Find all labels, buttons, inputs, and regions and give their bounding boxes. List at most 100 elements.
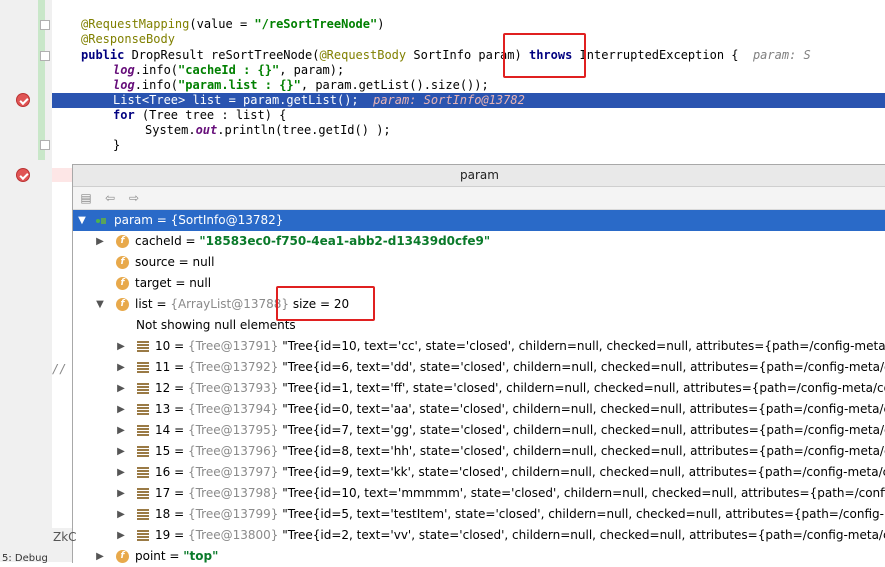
list-item[interactable]: ▶ 14 = {Tree@13795} "Tree{id=7, text='gg'… bbox=[73, 420, 885, 441]
item-index: 10 bbox=[155, 339, 171, 353]
code-line: @ResponseBody bbox=[81, 32, 175, 46]
chevron-down-icon[interactable]: ▼ bbox=[76, 210, 88, 231]
field-icon: f bbox=[116, 298, 129, 311]
variable-icon bbox=[95, 215, 107, 227]
item-index: 19 bbox=[155, 528, 171, 542]
current-execution-line: List<Tree> list = param.getList(); param… bbox=[52, 93, 885, 108]
chevron-right-icon[interactable]: ▶ bbox=[115, 525, 127, 546]
tree-row-cacheid[interactable]: ▶ f cacheId = "18583ec0-f750-4ea1-abb2-d… bbox=[73, 231, 885, 252]
list-item[interactable]: ▶ 16 = {Tree@13797} "Tree{id=9, text='kk'… bbox=[73, 462, 885, 483]
list-item[interactable]: ▶ 17 = {Tree@13798} "Tree{id=10, text='mm… bbox=[73, 483, 885, 504]
field-name: list bbox=[135, 297, 153, 311]
field-icon: f bbox=[116, 235, 129, 248]
list-element-icon bbox=[137, 383, 149, 394]
field-name: cacheId bbox=[135, 234, 182, 248]
field-value: "18583ec0-f750-4ea1-abb2-d13439d0cfe9" bbox=[199, 234, 491, 248]
list-element-icon bbox=[137, 362, 149, 373]
item-value: "Tree{id=10, text='mmmmm', state='closed… bbox=[282, 486, 885, 500]
tree-row-param[interactable]: ▼ param = {SortInfo@13782} bbox=[73, 210, 885, 231]
field-name: target bbox=[135, 276, 172, 290]
field-icon: f bbox=[116, 256, 129, 269]
variables-tree[interactable]: ▼ param = {SortInfo@13782} ▶ f cacheId =… bbox=[73, 210, 885, 563]
chevron-right-icon[interactable]: ▶ bbox=[94, 546, 106, 567]
item-index: 11 bbox=[155, 360, 171, 374]
list-item[interactable]: ▶ 15 = {Tree@13796} "Tree{id=8, text='hh'… bbox=[73, 441, 885, 462]
item-value: "Tree{id=0, text='aa', state='closed', c… bbox=[282, 402, 885, 416]
tab-debug[interactable]: 5: Debug bbox=[2, 553, 48, 564]
tab-zkc[interactable]: ZkC bbox=[53, 530, 77, 544]
comment-slashes: // bbox=[52, 362, 67, 376]
code-line: public DropResult reSortTreeNode(@Reques… bbox=[81, 48, 811, 62]
popup-title: param bbox=[73, 165, 885, 187]
field-value: null bbox=[192, 255, 215, 269]
chevron-right-icon[interactable]: ▶ bbox=[115, 336, 127, 357]
chevron-right-icon[interactable]: ▶ bbox=[94, 231, 106, 252]
breakpoint-icon[interactable] bbox=[17, 169, 29, 181]
chevron-right-icon[interactable]: ▶ bbox=[115, 441, 127, 462]
chevron-right-icon[interactable]: ▶ bbox=[115, 420, 127, 441]
item-value: "Tree{id=9, text='kk', state='closed', c… bbox=[282, 465, 885, 479]
breakpoint-icon[interactable] bbox=[17, 94, 29, 106]
watch-icon[interactable]: ▤ bbox=[79, 191, 93, 205]
highlight-box-size bbox=[276, 286, 375, 321]
list-item[interactable]: ▶ 10 = {Tree@13791} "Tree{id=10, text='cc… bbox=[73, 336, 885, 357]
object-ref: {ArrayList@13788} bbox=[170, 297, 290, 311]
field-name: source bbox=[135, 255, 175, 269]
fold-icon[interactable] bbox=[40, 51, 50, 61]
field-icon: f bbox=[116, 550, 129, 563]
object-ref: {Tree@13795} bbox=[187, 423, 279, 437]
list-element-icon bbox=[137, 404, 149, 415]
list-element-icon bbox=[137, 509, 149, 520]
chevron-right-icon[interactable]: ▶ bbox=[115, 504, 127, 525]
list-element-icon bbox=[137, 530, 149, 541]
list-item[interactable]: ▶ 11 = {Tree@13792} "Tree{id=6, text='dd'… bbox=[73, 357, 885, 378]
list-item[interactable]: ▶ 13 = {Tree@13794} "Tree{id=0, text='aa'… bbox=[73, 399, 885, 420]
field-icon: f bbox=[116, 277, 129, 290]
item-value: "Tree{id=5, text='testItem', state='clos… bbox=[282, 507, 885, 521]
item-index: 14 bbox=[155, 423, 171, 437]
chevron-down-icon[interactable]: ▼ bbox=[94, 294, 106, 315]
back-arrow-icon[interactable]: ⇦ bbox=[103, 191, 117, 205]
code-line: log.info("param.list : {}", param.getLis… bbox=[113, 78, 489, 92]
object-ref: {Tree@13800} bbox=[187, 528, 279, 542]
field-name: point bbox=[135, 549, 166, 563]
object-ref: {Tree@13791} bbox=[187, 339, 279, 353]
code-line: @RequestMapping(value = "/reSortTreeNode… bbox=[81, 17, 385, 31]
chevron-right-icon[interactable]: ▶ bbox=[115, 462, 127, 483]
code-line: for (Tree tree : list) { bbox=[113, 108, 287, 122]
list-item[interactable]: ▶ 12 = {Tree@13793} "Tree{id=1, text='ff'… bbox=[73, 378, 885, 399]
item-index: 17 bbox=[155, 486, 171, 500]
list-element-icon bbox=[137, 467, 149, 478]
field-value: "top" bbox=[183, 549, 219, 563]
fold-icon[interactable] bbox=[40, 20, 50, 30]
field-value: null bbox=[189, 276, 212, 290]
list-item[interactable]: ▶ 18 = {Tree@13799} "Tree{id=5, text='tes… bbox=[73, 504, 885, 525]
list-element-icon bbox=[137, 488, 149, 499]
list-element-icon bbox=[137, 425, 149, 436]
tree-row-list[interactable]: ▼ f list = {ArrayList@13788} size = 20 bbox=[73, 294, 885, 315]
object-ref: {Tree@13796} bbox=[187, 444, 279, 458]
forward-arrow-icon[interactable]: ⇨ bbox=[127, 191, 141, 205]
object-ref: {Tree@13798} bbox=[187, 486, 279, 500]
item-index: 12 bbox=[155, 381, 171, 395]
object-ref: {Tree@13799} bbox=[187, 507, 279, 521]
chevron-right-icon[interactable]: ▶ bbox=[115, 357, 127, 378]
object-ref: {Tree@13792} bbox=[187, 360, 279, 374]
evaluate-popup[interactable]: param ▤ ⇦ ⇨ ▼ param = {SortInfo@13782} ▶… bbox=[72, 164, 885, 563]
chevron-right-icon[interactable]: ▶ bbox=[115, 378, 127, 399]
tree-row-target[interactable]: f target = null bbox=[73, 273, 885, 294]
item-value: "Tree{id=2, text='vv', state='closed', c… bbox=[282, 528, 885, 542]
chevron-right-icon[interactable]: ▶ bbox=[115, 399, 127, 420]
fold-icon[interactable] bbox=[40, 140, 50, 150]
item-value: "Tree{id=10, text='cc', state='closed', … bbox=[282, 339, 885, 353]
variable-value: = {SortInfo@13782} bbox=[156, 213, 284, 227]
object-ref: {Tree@13793} bbox=[187, 381, 279, 395]
chevron-right-icon[interactable]: ▶ bbox=[115, 483, 127, 504]
item-value: "Tree{id=1, text='ff', state='closed', c… bbox=[282, 381, 885, 395]
tree-row-source[interactable]: f source = null bbox=[73, 252, 885, 273]
object-ref: {Tree@13797} bbox=[187, 465, 279, 479]
list-item[interactable]: ▶ 19 = {Tree@13800} "Tree{id=2, text='vv'… bbox=[73, 525, 885, 546]
list-element-icon bbox=[137, 341, 149, 352]
item-index: 16 bbox=[155, 465, 171, 479]
tree-row-point[interactable]: ▶ f point = "top" bbox=[73, 546, 885, 567]
